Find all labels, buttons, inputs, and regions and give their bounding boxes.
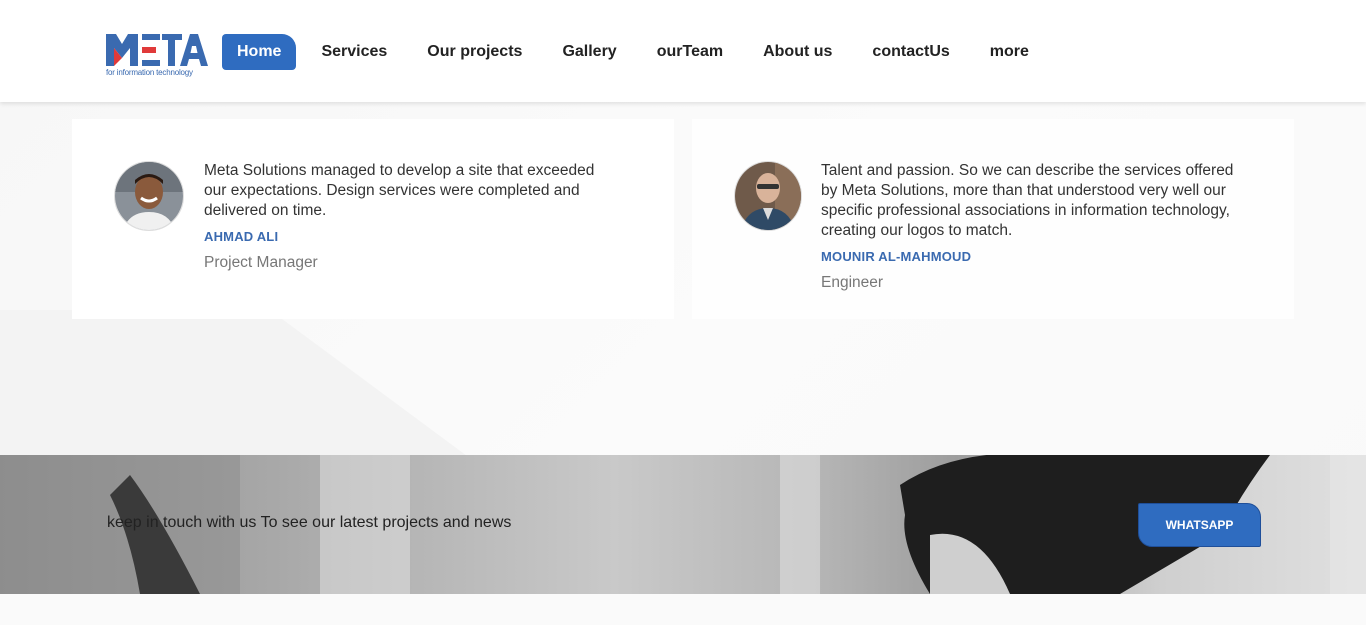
testimonial-card: Talent and passion. So we can describe t… bbox=[692, 119, 1294, 319]
quote-line: specific professional associations in in… bbox=[821, 202, 1230, 219]
quote-line: creating our logos to match. bbox=[821, 222, 1013, 239]
testimonial-quote: Talent and passion. So we can describe t… bbox=[821, 161, 1271, 241]
site-header: for information technology Home Services… bbox=[0, 0, 1366, 102]
quote-line: by Meta Solutions, more than that unders… bbox=[821, 182, 1226, 199]
nav-about-us[interactable]: About us bbox=[743, 34, 852, 70]
logo-tagline: for information technology bbox=[106, 68, 193, 77]
nav-contact-us[interactable]: contactUs bbox=[852, 34, 969, 70]
person-avatar-icon bbox=[734, 161, 802, 231]
page-bottom-area bbox=[0, 594, 1366, 625]
testimonial-role: Engineer bbox=[821, 274, 884, 291]
nav-gallery[interactable]: Gallery bbox=[542, 34, 636, 70]
quote-line: our expectations. Design services were c… bbox=[204, 182, 580, 199]
person-avatar-icon bbox=[114, 161, 184, 231]
quote-line: Talent and passion. So we can describe t… bbox=[821, 162, 1234, 179]
testimonial-card: Meta Solutions managed to develop a site… bbox=[72, 119, 674, 319]
main-nav: Home Services Our projects Gallery ourTe… bbox=[222, 34, 1049, 70]
testimonial-quote: Meta Solutions managed to develop a site… bbox=[204, 161, 644, 221]
nav-more[interactable]: more bbox=[970, 34, 1049, 70]
quote-line: delivered on time. bbox=[204, 202, 327, 219]
testimonial-role: Project Manager bbox=[204, 254, 318, 271]
meta-logo-icon bbox=[106, 34, 208, 66]
nav-our-projects[interactable]: Our projects bbox=[407, 34, 542, 70]
whatsapp-button[interactable]: WHATSAPP bbox=[1138, 503, 1261, 547]
nav-our-team[interactable]: ourTeam bbox=[637, 34, 743, 70]
nav-services[interactable]: Services bbox=[301, 34, 407, 70]
contact-cta-banner: keep in touch with us To see our latest … bbox=[0, 455, 1366, 594]
nav-home[interactable]: Home bbox=[222, 34, 297, 70]
cta-text: keep in touch with us To see our latest … bbox=[107, 514, 512, 531]
quote-line: Meta Solutions managed to develop a site… bbox=[204, 162, 595, 179]
site-logo[interactable]: for information technology bbox=[106, 32, 208, 80]
testimonial-author: MOUNIR AL-MAHMOUD bbox=[821, 249, 972, 264]
testimonial-author: AHMAD ALI bbox=[204, 229, 279, 244]
